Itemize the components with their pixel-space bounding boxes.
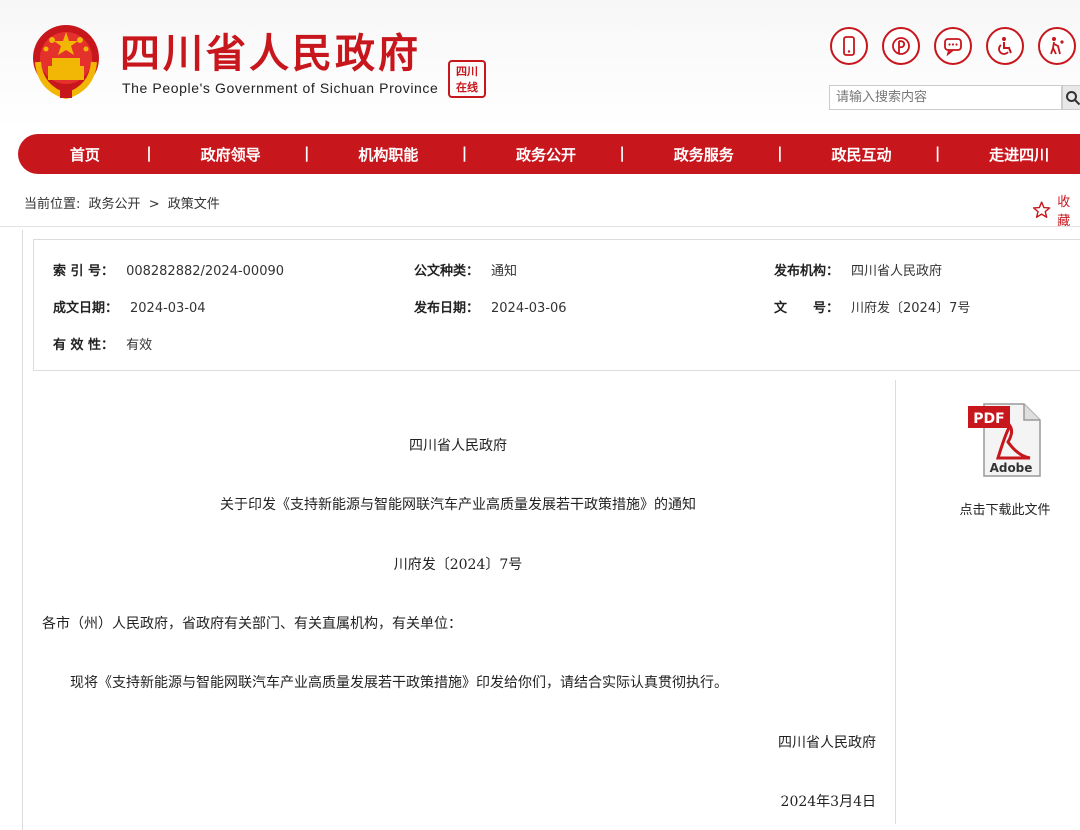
document-title: 关于印发《支持新能源与智能网联汽车产业高质量发展若干政策措施》的通知 <box>220 497 696 513</box>
accessibility-icon[interactable] <box>986 27 1024 65</box>
search-input[interactable] <box>829 85 1062 110</box>
adobe-label-text: Adobe <box>990 461 1033 475</box>
main-nav: 首页 | 政府领导 | 机构职能 | 政务公开 | 政务服务 | 政民互动 | 走进四川 <box>18 134 1080 174</box>
divider <box>0 226 1080 227</box>
nav-item-about-sichuan[interactable]: 走进四川 <box>940 144 1080 165</box>
pdf-download-icon[interactable]: PDF Adobe <box>968 402 1044 478</box>
document-meta-table: 索 引 号： 008282882/2024-00090 公文种类： 通知 发布机构：… <box>33 239 1080 371</box>
document-date: 2024年3月4日 <box>780 794 876 810</box>
site-subtitle: The People's Government of Sichuan Provi… <box>122 80 439 96</box>
site-title[interactable]: 四川省人民政府 <box>120 30 421 78</box>
favorite-label: 收藏 <box>1057 195 1071 229</box>
breadcrumb-link-policy-docs[interactable]: 政策文件 <box>168 197 220 212</box>
document-org: 四川省人民政府 <box>409 438 507 454</box>
meta-published-date: 发布日期： 2024-03-06 <box>414 301 567 316</box>
meta-index: 索 引 号： 008282882/2024-00090 <box>53 264 285 279</box>
document-signature: 四川省人民政府 <box>778 735 876 751</box>
meta-doc-number: 文 号： 川府发〔2024〕7号 <box>774 301 971 316</box>
search-button[interactable] <box>1062 85 1080 110</box>
elderly-icon[interactable] <box>1038 27 1076 65</box>
nav-item-interaction[interactable]: 政民互动 | <box>783 144 940 165</box>
search-icon <box>1066 90 1080 105</box>
quick-icons <box>830 27 1076 65</box>
meta-created-date: 成文日期： 2024-03-04 <box>53 301 206 316</box>
nav-item-services[interactable]: 政务服务 | <box>625 144 783 165</box>
favorite-button[interactable]: 收藏 <box>1032 191 1080 229</box>
search-box <box>829 85 1080 112</box>
breadcrumb-prefix: 当前位置: <box>24 197 81 212</box>
meta-issuer: 发布机构： 四川省人民政府 <box>774 264 943 279</box>
download-file-link[interactable]: 点击下载此文件 <box>945 499 1065 518</box>
meta-validity: 有 效 性： 有效 <box>53 338 153 353</box>
national-emblem-icon <box>33 25 99 100</box>
pdf-label-text: PDF <box>973 411 1004 427</box>
breadcrumb: 当前位置: 政务公开 > 政策文件 <box>24 193 224 212</box>
nav-item-open-government[interactable]: 政务公开 | <box>467 144 625 165</box>
document-body: 四川省人民政府 关于印发《支持新能源与智能网联汽车产业高质量发展若干政策措施》的… <box>22 380 894 824</box>
meta-doc-type: 公文种类： 通知 <box>414 264 518 279</box>
breadcrumb-separator: > <box>148 197 160 212</box>
site-header: 四川省人民政府 The People's Government of Sichu… <box>0 0 1080 130</box>
sidebar-divider <box>895 380 896 824</box>
nav-item-functions[interactable]: 机构职能 | <box>309 144 467 165</box>
document-paragraph: 现将《支持新能源与智能网联汽车产业高质量发展若干政策措施》印发给你们，请结合实际… <box>70 675 728 691</box>
document-salutation: 各市（州）人民政府，省政府有关部门、有关直属机构，有关单位： <box>42 616 462 632</box>
nav-item-home[interactable]: 首页 | <box>18 144 152 165</box>
seal-logo: 四川 在线 <box>448 60 486 98</box>
weibo-icon[interactable] <box>882 27 920 65</box>
document-number: 川府发〔2024〕7号 <box>393 557 523 573</box>
breadcrumb-link-open-government[interactable]: 政务公开 <box>89 197 141 212</box>
chat-icon[interactable] <box>934 27 972 65</box>
nav-item-leaders[interactable]: 政府领导 | <box>152 144 310 165</box>
mobile-icon[interactable] <box>830 27 868 65</box>
star-icon <box>1032 201 1051 218</box>
